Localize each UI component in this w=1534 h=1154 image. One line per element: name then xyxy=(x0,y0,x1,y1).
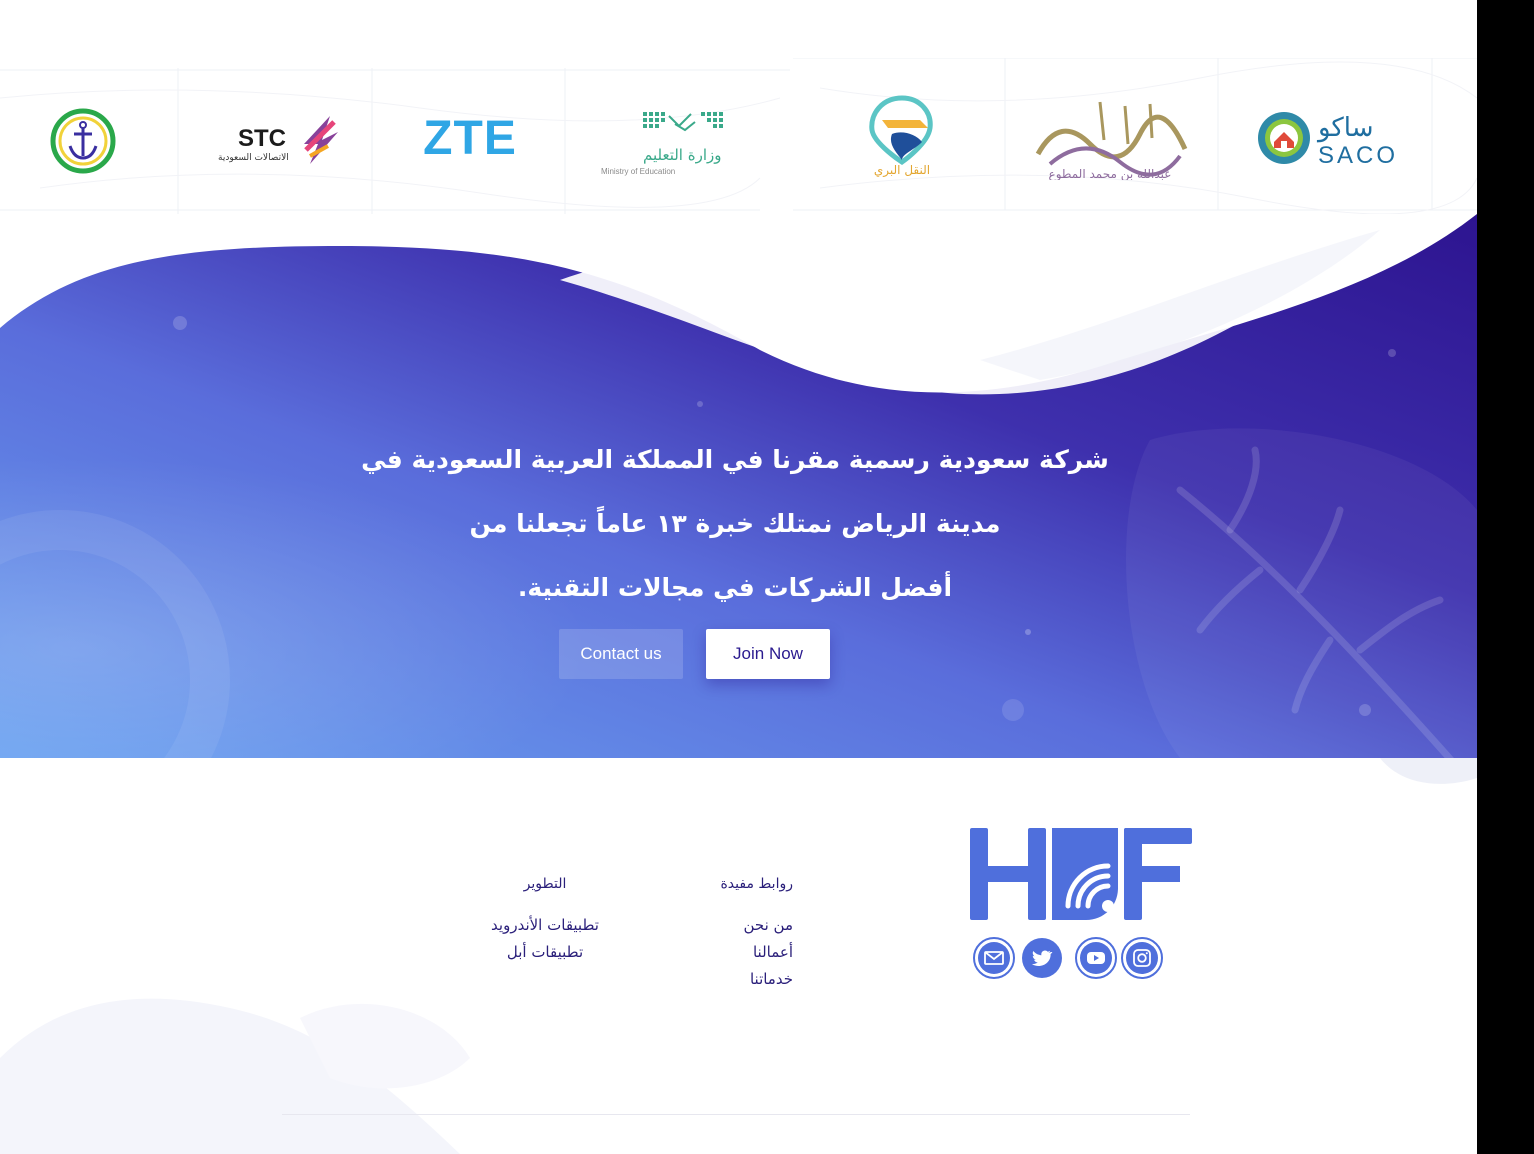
logo-ministry-of-education: وزارة التعليم Ministry of Education xyxy=(595,104,735,178)
stc-logo-icon: STC الاتصالات السعودية xyxy=(218,116,338,164)
footer-link-works[interactable]: أعمالنا xyxy=(650,939,793,966)
svg-text:ساكو: ساكو xyxy=(1316,113,1374,143)
zte-logo-text: ZTE xyxy=(423,111,517,165)
partners-strip: ساكو SACO عبدالله بن محمد المطوع النقل ا… xyxy=(0,58,1477,214)
useful-links-column: روابط مفيدة من نحن أعمالنا خدماتنا xyxy=(650,876,793,993)
development-column: التطوير تطبيقات الأندرويد تطبيقات أبل xyxy=(470,876,620,966)
svg-text:النقل البري: النقل البري xyxy=(874,163,930,178)
logo-maritime-anchor xyxy=(48,108,118,174)
hero-line-3: أفضل الشركات في مجالات التقنية. xyxy=(517,573,953,602)
anchor-emblem-icon xyxy=(50,108,116,174)
svg-text:Ministry of Education: Ministry of Education xyxy=(601,167,675,176)
development-heading: التطوير xyxy=(523,876,567,892)
hero-line-1: شركة سعودية رسمية مقرنا في المملكة العرب… xyxy=(361,445,1109,474)
land-transport-logo-icon: النقل البري xyxy=(869,95,933,178)
twitter-icon[interactable] xyxy=(1020,936,1064,980)
footer-link-services[interactable]: خدماتنا xyxy=(650,966,793,993)
youtube-icon[interactable] xyxy=(1074,936,1118,980)
mail-icon[interactable] xyxy=(972,936,1016,980)
footer-link-android-apps[interactable]: تطبيقات الأندرويد xyxy=(470,912,620,939)
svg-text:SACO: SACO xyxy=(1318,142,1398,169)
window-edge xyxy=(1477,0,1534,1154)
calligraphy-logo-icon: عبدالله بن محمد المطوع xyxy=(1035,101,1188,180)
footer-link-apple-apps[interactable]: تطبيقات أبل xyxy=(470,939,620,966)
svg-text:STC: STC xyxy=(238,125,286,152)
logo-land-transport: النقل البري xyxy=(862,94,942,178)
useful-links-heading: روابط مفيدة xyxy=(720,876,793,892)
footer-link-about[interactable]: من نحن xyxy=(650,912,794,939)
brand-logo[interactable] xyxy=(968,826,1194,926)
svg-text:وزارة التعليم: وزارة التعليم xyxy=(643,146,722,164)
svg-text:عبدالله بن محمد المطوع: عبدالله بن محمد المطوع xyxy=(1049,167,1172,180)
footer-divider xyxy=(282,1114,1190,1115)
footer: روابط مفيدة من نحن أعمالنا خدماتنا التطو… xyxy=(0,758,1477,1154)
logo-stc: STC الاتصالات السعودية xyxy=(210,110,340,170)
contact-us-button[interactable]: Contact us xyxy=(559,629,683,679)
hcf-logo-icon xyxy=(970,828,1192,920)
instagram-icon[interactable] xyxy=(1120,936,1164,980)
ministry-logo-icon: وزارة التعليم Ministry of Education xyxy=(601,112,723,176)
svg-text:الاتصالات السعودية: الاتصالات السعودية xyxy=(218,153,289,163)
logo-saco: ساكو SACO xyxy=(1250,102,1400,174)
saco-logo-icon: ساكو SACO xyxy=(1258,112,1398,169)
hero-section: شركة سعودية رسمية مقرنا في المملكة العرب… xyxy=(0,210,1477,758)
logo-abdullah-almutawa: عبدالله بن محمد المطوع xyxy=(1030,94,1190,180)
page: ساكو SACO عبدالله بن محمد المطوع النقل ا… xyxy=(0,0,1477,1154)
logo-zte: ZTE xyxy=(420,108,520,168)
hero-description: شركة سعودية رسمية مقرنا في المملكة العرب… xyxy=(330,428,1140,620)
join-now-button[interactable]: Join Now xyxy=(706,629,830,679)
hero-line-2: مدينة الرياض نمتلك خبرة ١٣ عاماً تجعلنا … xyxy=(469,509,1001,538)
